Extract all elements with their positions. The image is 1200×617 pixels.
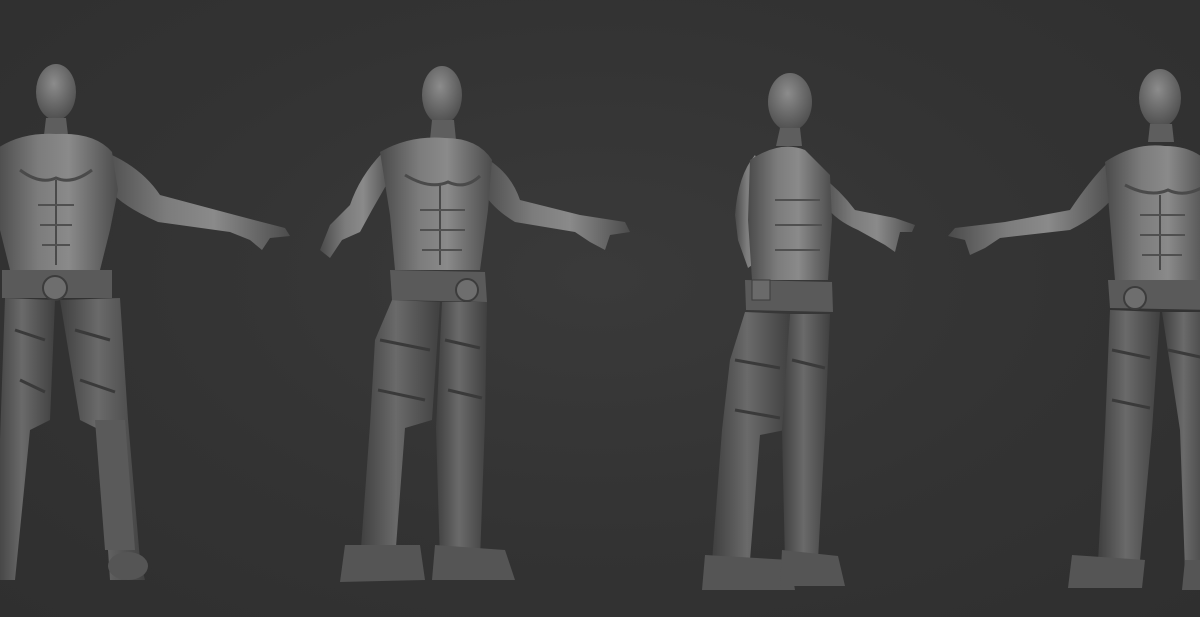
right-figure: [948, 69, 1200, 590]
model-back-three-quarter-view[interactable]: [0, 0, 1200, 617]
sculpt-viewport[interactable]: [0, 0, 1200, 617]
